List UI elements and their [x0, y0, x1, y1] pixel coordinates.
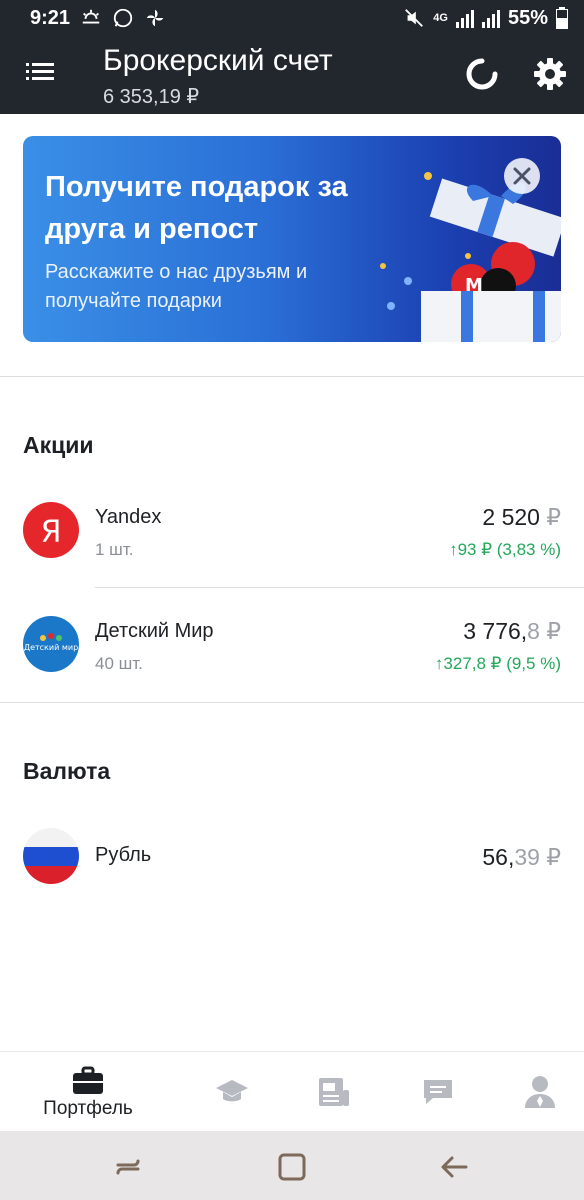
currency-sign: ₽ [546, 504, 561, 530]
stock-change: ↑327,8 ₽ (9,5 %) [434, 654, 561, 673]
russia-flag-icon [23, 828, 79, 884]
stock-change: ↑93 ₽ (3,83 %) [449, 540, 561, 559]
yandex-logo: Я [23, 502, 79, 558]
nav-profile[interactable] [520, 1052, 560, 1132]
price-main: 56, [482, 844, 515, 870]
currency-sign: ₽ [546, 844, 561, 870]
back-icon[interactable] [438, 1151, 470, 1183]
app-header: Брокерский счет 6 353,19 ₽ [0, 36, 584, 114]
stock-price: 2 520 ₽ [482, 504, 561, 531]
profile-icon [525, 1076, 555, 1108]
refresh-icon[interactable] [464, 56, 500, 92]
menu-icon[interactable] [24, 56, 56, 88]
mute-icon [405, 9, 424, 27]
weather-icon [82, 9, 100, 24]
yandex-letter-icon: Я [41, 515, 62, 550]
home-icon[interactable] [276, 1151, 308, 1183]
briefcase-icon [73, 1066, 103, 1094]
price-fraction: 39 [514, 844, 540, 870]
divider [0, 702, 584, 703]
stock-quantity: 40 шт. [95, 654, 143, 673]
currency-row-ruble[interactable]: Рубль 56,39 ₽ [0, 806, 584, 906]
divider [95, 587, 584, 588]
svg-text:Я: Я [41, 515, 62, 550]
system-nav-bar [0, 1131, 584, 1200]
currency-price: 56,39 ₽ [482, 844, 561, 871]
currency-sign: ₽ [546, 618, 561, 644]
status-time: 9:21 [30, 6, 71, 29]
pinwheel-icon [146, 9, 164, 27]
stock-quantity: 1 шт. [95, 540, 134, 559]
close-icon [513, 167, 531, 185]
stock-price: 3 776,8 ₽ [463, 618, 561, 645]
status-bar: 9:21 4G 55% [0, 0, 584, 36]
banner-title: Получите подарок за друга и репост [45, 171, 348, 245]
nav-portfolio[interactable]: Портфель [30, 1052, 146, 1132]
top-bar: 9:21 4G 55% Брокерский счет 6 353,19 ₽ [0, 0, 584, 114]
battery-percent: 55% [507, 6, 548, 29]
signal-icon-2 [481, 10, 500, 28]
stock-name: Детский Мир [95, 620, 214, 642]
stock-row-detsky-mir[interactable]: Детский мир Детский Мир 40 шт. 3 776,8 ₽… [0, 594, 584, 694]
divider [0, 376, 584, 377]
app-screen: 9:21 4G 55% Брокерский счет 6 353,19 ₽ П… [0, 0, 584, 1200]
education-icon [216, 1080, 248, 1102]
price-fraction: 8 [527, 618, 540, 644]
section-title-stocks: Акции [23, 432, 94, 458]
price-main: 2 520 [482, 504, 540, 530]
currency-name: Рубль [95, 844, 152, 866]
promo-banner[interactable]: Получите подарок за друга и репост Расск… [23, 136, 561, 342]
battery-icon [556, 7, 568, 29]
nav-chat[interactable] [418, 1052, 458, 1132]
nav-label-portfolio: Портфель [43, 1098, 133, 1119]
nav-education[interactable] [210, 1052, 254, 1132]
section-title-currency: Валюта [23, 758, 111, 784]
bottom-nav: Портфель [0, 1051, 584, 1131]
gear-icon[interactable] [532, 56, 568, 92]
recent-apps-icon[interactable] [112, 1151, 144, 1183]
detsky-mir-logo-text: Детский мир [24, 643, 78, 652]
signal-icon [455, 10, 474, 28]
stock-row-yandex[interactable]: Я Yandex 1 шт. 2 520 ₽ ↑93 ₽ (3,83 %) [0, 480, 584, 580]
detsky-mir-logo: Детский мир [23, 616, 79, 672]
news-icon [319, 1078, 349, 1106]
whatsapp-icon [113, 8, 133, 28]
banner-text: Расскажите о нас друзьям и получайте под… [45, 261, 308, 312]
detsky-mir-logo-icon: Детский мир [24, 633, 78, 652]
page-title: Брокерский счет [103, 44, 333, 77]
account-balance: 6 353,19 ₽ [103, 86, 200, 108]
network-type: 4G [433, 12, 448, 24]
price-main: 3 776, [463, 618, 528, 644]
banner-close-button[interactable] [504, 158, 540, 194]
chat-icon [424, 1080, 452, 1104]
stock-name: Yandex [95, 506, 162, 528]
nav-news[interactable] [314, 1052, 354, 1132]
